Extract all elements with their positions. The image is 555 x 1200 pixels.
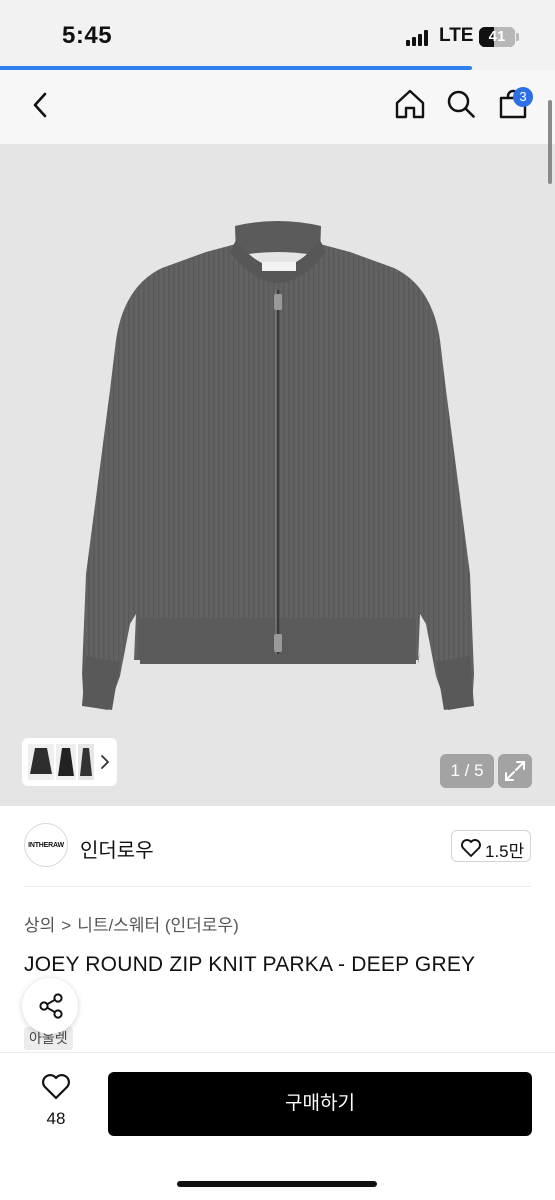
expand-icon	[505, 761, 525, 781]
home-button[interactable]	[394, 88, 426, 120]
heart-outline-icon	[42, 1074, 70, 1100]
breadcrumb-category[interactable]: 상의	[24, 916, 55, 935]
share-icon	[39, 993, 63, 1019]
network-type: LTE	[439, 25, 474, 46]
home-indicator	[177, 1181, 377, 1187]
top-nav-bar	[0, 70, 555, 144]
search-icon	[447, 90, 475, 118]
heart-outline-icon	[461, 839, 481, 857]
search-button[interactable]	[446, 89, 476, 119]
home-icon	[395, 89, 425, 119]
share-button[interactable]	[22, 978, 78, 1034]
brand-logo[interactable]: INTHERAW	[24, 823, 68, 867]
breadcrumb: 상의 > 니트/스웨터 (인더로우)	[24, 911, 239, 936]
brand-like-count: 1.5만	[485, 842, 525, 861]
image-counter: 1 / 5	[440, 754, 494, 788]
scroll-indicator[interactable]	[548, 100, 552, 184]
battery-level: 41	[488, 28, 506, 45]
cart-badge: 3	[513, 87, 533, 107]
thumbnail-strip[interactable]	[22, 738, 117, 786]
bottom-action-bar: 48 구매하기	[0, 1052, 555, 1200]
signal-strength-icon	[406, 30, 432, 46]
battery-cap	[516, 33, 519, 41]
divider	[24, 886, 531, 887]
chevron-left-icon	[33, 92, 47, 118]
chevron-right-icon[interactable]	[98, 752, 112, 772]
back-button[interactable]	[26, 90, 56, 120]
buy-button[interactable]: 구매하기	[108, 1072, 532, 1136]
status-bar: 5:45 LTE 41	[0, 0, 555, 66]
product-title: JOEY ROUND ZIP KNIT PARKA - DEEP GREY	[24, 953, 476, 976]
thumbnail-image	[56, 744, 76, 780]
thumbnail-image	[78, 744, 94, 780]
wishlist-button[interactable]: 48	[30, 1073, 82, 1131]
product-image	[82, 221, 474, 710]
breadcrumb-subcategory[interactable]: 니트/스웨터 (인더로우)	[77, 916, 239, 935]
brand-name[interactable]: 인더로우	[80, 834, 154, 863]
expand-button[interactable]	[498, 754, 532, 788]
status-time: 5:45	[62, 22, 113, 49]
brand-like-button[interactable]: 1.5만	[451, 830, 531, 862]
product-image-gallery[interactable]: 1 / 5	[0, 144, 555, 806]
brand-row: INTHERAW 인더로우 1.5만	[0, 806, 555, 886]
thumbnail-image	[28, 744, 54, 780]
wishlist-count: 48	[46, 1109, 66, 1128]
breadcrumb-separator: >	[61, 916, 72, 935]
battery-icon: 41	[479, 27, 515, 47]
